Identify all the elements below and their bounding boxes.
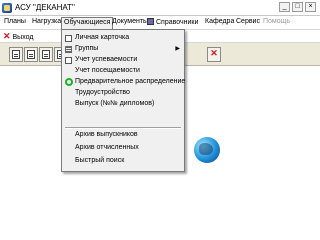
close-x-icon: ✕ xyxy=(3,31,11,41)
menu-references[interactable]: Справочники xyxy=(147,18,198,26)
grid-icon xyxy=(65,46,72,53)
toolbar-doc-button-3[interactable] xyxy=(39,47,53,62)
menu-service[interactable]: Сервис xyxy=(236,18,260,25)
menu-item-label: Выпуск (№№ дипломов) xyxy=(75,100,155,107)
minimize-button[interactable]: _ xyxy=(279,2,290,12)
menu-item-preliminary-distribution[interactable]: Предварительное распределение xyxy=(62,77,186,88)
menu-item-label: Учет успеваемости xyxy=(75,56,138,63)
exit-label: Выход xyxy=(12,34,34,41)
menu-item-groups[interactable]: Группы ▶ xyxy=(62,44,184,55)
menu-item-employment[interactable]: Трудоустройство xyxy=(62,88,184,99)
toolbar-doc-button-2[interactable] xyxy=(24,47,38,62)
menu-department[interactable]: Кафедра xyxy=(205,18,234,25)
menu-item-label: Предварительное распределение xyxy=(75,78,186,85)
menu-references-label: Справочники xyxy=(156,19,199,26)
menu-item-label: Трудоустройство xyxy=(75,89,130,96)
submenu-arrow-icon: ▶ xyxy=(175,46,180,52)
menu-item-attendance[interactable]: Учет посещаемости xyxy=(62,66,184,77)
green-circle-icon xyxy=(65,78,73,86)
maximize-button[interactable]: □ xyxy=(292,2,303,12)
menu-item-grades[interactable]: Учет успеваемости xyxy=(62,55,184,66)
menu-item-graduates-archive[interactable]: Архив выпускников xyxy=(62,130,184,141)
menu-item-label: Быстрый поиск xyxy=(75,157,125,164)
menu-item-label: Учет посещаемости xyxy=(75,67,140,74)
window-title: АСУ "ДЕКАНАТ" xyxy=(15,3,75,12)
toolbar-close-button[interactable]: ✕ xyxy=(207,47,221,62)
document-icon xyxy=(65,57,72,64)
menu-item-label: Архив выпускников xyxy=(75,131,138,138)
globe-icon xyxy=(194,137,220,163)
close-button[interactable]: × xyxy=(305,2,316,12)
reference-book-icon xyxy=(147,18,154,25)
menu-students[interactable]: Обучающиеся xyxy=(61,17,114,29)
menu-item-quick-search[interactable]: Быстрый поиск xyxy=(62,156,184,167)
menu-separator xyxy=(65,127,181,129)
menu-item-personal-card[interactable]: Личная карточка xyxy=(62,33,184,44)
menu-bar: Планы Нагрузка Обучающиеся Документы Спр… xyxy=(0,16,320,30)
close-x-icon: ✕ xyxy=(210,48,218,58)
exit-button[interactable]: ✕ Выход xyxy=(3,31,34,42)
menu-item-label: Группы xyxy=(75,45,99,52)
menu-item-label: Личная карточка xyxy=(75,34,130,41)
title-bar: АСУ "ДЕКАНАТ" _ □ × xyxy=(0,0,320,16)
menu-item-expelled-archive[interactable]: Архив отчисленных xyxy=(62,143,184,154)
students-dropdown-menu: Личная карточка Группы ▶ Учет успеваемос… xyxy=(61,29,185,172)
menu-documents[interactable]: Документы xyxy=(112,18,148,25)
app-icon xyxy=(2,3,12,13)
menu-item-diploma-numbers[interactable]: Выпуск (№№ дипломов) xyxy=(62,99,184,110)
menu-load[interactable]: Нагрузка xyxy=(32,18,61,25)
toolbar-doc-button-1[interactable] xyxy=(9,47,23,62)
menu-item-label: Архив отчисленных xyxy=(75,144,139,151)
menu-help: Помощь xyxy=(263,18,291,25)
document-icon xyxy=(65,35,72,42)
menu-plans[interactable]: Планы xyxy=(4,18,26,25)
